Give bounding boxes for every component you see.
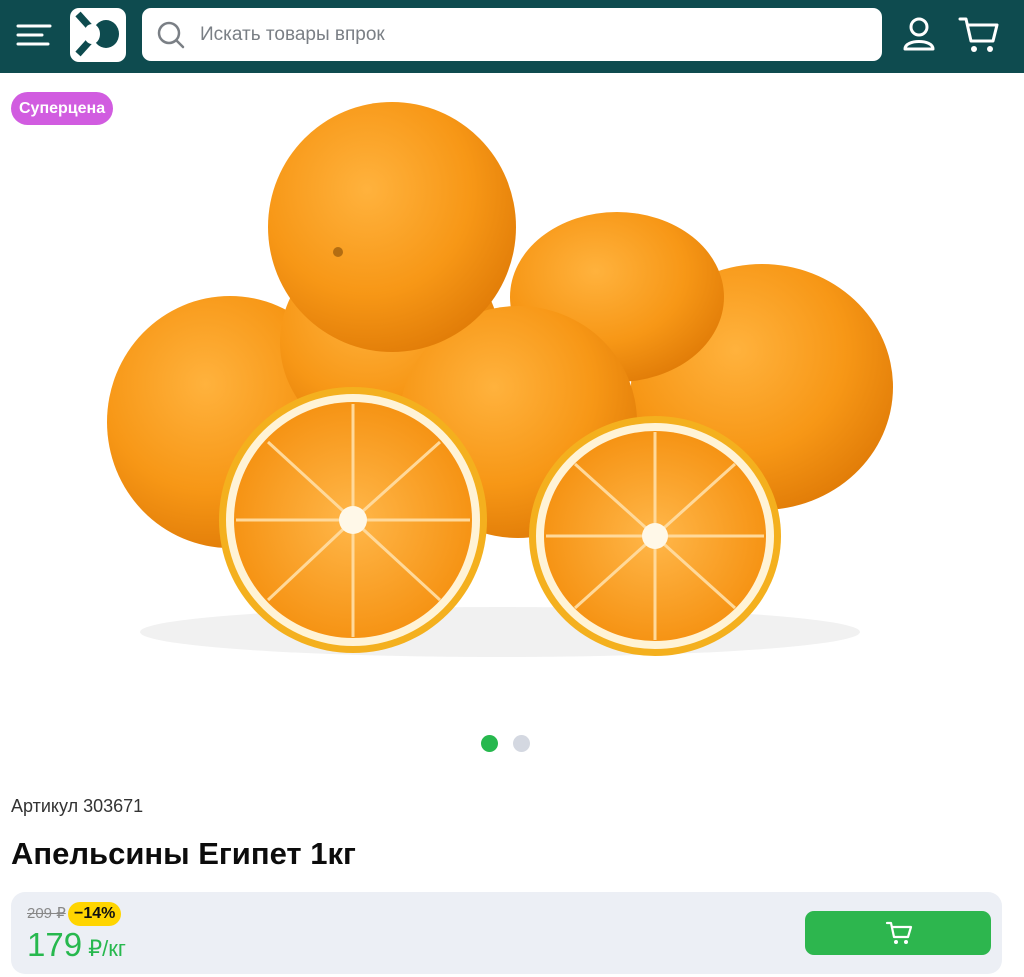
user-icon <box>903 17 935 51</box>
menu-button[interactable] <box>14 16 54 56</box>
search-input[interactable] <box>200 8 860 61</box>
old-price: 209 ₽ <box>27 905 66 922</box>
cart-icon <box>958 17 999 52</box>
article-number: Артикул 303671 <box>11 796 144 816</box>
current-price: 179 ₽/кг <box>27 926 126 964</box>
search-icon <box>157 21 185 49</box>
menu-icon <box>16 24 52 46</box>
store-logo-icon <box>75 11 119 57</box>
price-panel: 209 ₽ −14% 179 ₽/кг <box>11 892 1002 974</box>
discount-badge: −14% <box>68 902 122 926</box>
store-logo[interactable] <box>70 8 126 62</box>
cart-icon <box>885 921 913 944</box>
price-amount: 179 <box>27 926 83 963</box>
user-account-button[interactable] <box>898 14 940 56</box>
search-bar[interactable] <box>142 8 882 61</box>
gallery-dot-1[interactable] <box>481 735 498 752</box>
gallery-dot-2[interactable] <box>513 735 530 752</box>
cart-button[interactable] <box>956 12 1002 56</box>
product-title: Апельсины Египет 1кг <box>11 836 356 871</box>
top-bar <box>0 0 1024 73</box>
super-price-badge: Суперцена <box>11 92 114 125</box>
price-unit: ₽/кг <box>82 936 126 961</box>
product-image[interactable] <box>100 92 910 692</box>
add-to-cart-button[interactable] <box>805 911 991 955</box>
half-orange-left <box>219 387 487 653</box>
half-orange-right <box>529 416 781 656</box>
